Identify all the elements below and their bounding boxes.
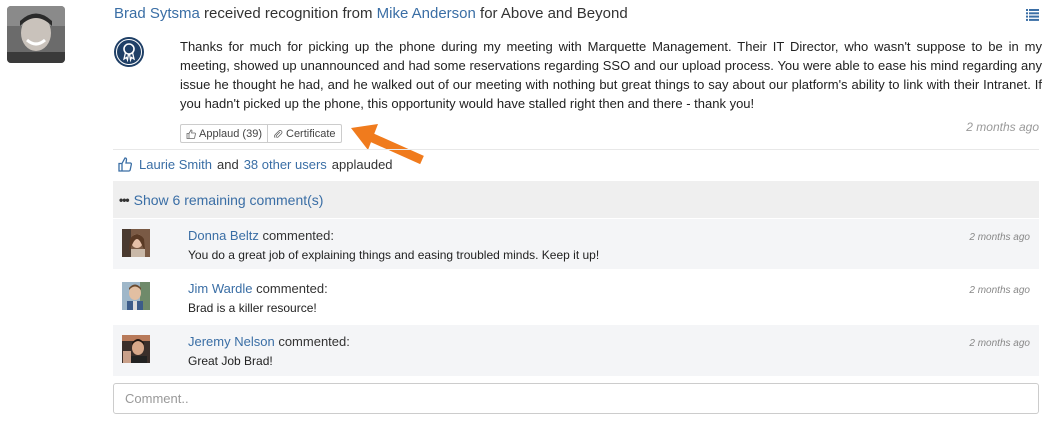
- applaud-label: Applaud (39): [199, 127, 262, 140]
- comment-author: Donna Beltz commented:: [188, 228, 334, 243]
- commenter-avatar[interactable]: [122, 229, 150, 257]
- thumbs-up-icon: [118, 157, 132, 172]
- ellipsis-icon: •••: [119, 192, 130, 207]
- commenter-link[interactable]: Donna Beltz: [188, 228, 259, 243]
- comment-timestamp: 2 months ago: [969, 338, 1030, 349]
- and-text: and: [216, 157, 239, 172]
- comment-timestamp: 2 months ago: [969, 232, 1030, 243]
- recognition-message: Thanks for much for picking up the phone…: [180, 39, 1042, 111]
- commenter-link[interactable]: Jeremy Nelson: [188, 334, 275, 349]
- comment-input[interactable]: [113, 383, 1039, 414]
- paperclip-icon: [274, 129, 283, 138]
- other-users-link[interactable]: 38 other users: [244, 157, 327, 172]
- giver-link[interactable]: Mike Anderson: [377, 5, 476, 22]
- award-text: for Above and Beyond: [480, 5, 628, 22]
- thumbs-up-icon: [186, 129, 196, 139]
- comment-item: Jeremy Nelson commented: Great Job Brad!…: [113, 325, 1039, 377]
- author-avatar[interactable]: [7, 6, 65, 63]
- commenter-link[interactable]: Jim Wardle: [188, 281, 253, 296]
- applauded-text: applauded: [331, 157, 393, 172]
- applaud-button[interactable]: Applaud (39): [180, 124, 268, 143]
- show-remaining-comments[interactable]: ••• Show 6 remaining comment(s): [113, 181, 1039, 218]
- commented-text: commented:: [256, 281, 328, 296]
- comment-text: You do a great job of explaining things …: [188, 248, 600, 262]
- comment-text: Brad is a killer resource!: [188, 301, 317, 315]
- comment-item: Donna Beltz commented: You do a great jo…: [113, 219, 1039, 270]
- commenter-avatar[interactable]: [122, 335, 150, 363]
- divider: [113, 149, 1039, 150]
- comment-timestamp: 2 months ago: [969, 285, 1030, 296]
- show-remaining-link[interactable]: Show 6 remaining comment(s): [134, 192, 324, 208]
- commenter-avatar[interactable]: [122, 282, 150, 310]
- post-headline: Brad Sytsma received recognition from Mi…: [114, 5, 628, 22]
- comment-item: Jim Wardle commented: Brad is a killer r…: [113, 271, 1039, 324]
- received-text: received recognition from: [204, 5, 373, 22]
- comment-author: Jim Wardle commented:: [188, 281, 328, 296]
- award-badge-icon: [114, 37, 144, 67]
- commented-text: commented:: [278, 334, 350, 349]
- author-link[interactable]: Brad Sytsma: [114, 5, 200, 22]
- comment-text: Great Job Brad!: [188, 354, 273, 368]
- applauder-link[interactable]: Laurie Smith: [139, 157, 212, 172]
- comment-author: Jeremy Nelson commented:: [188, 334, 350, 349]
- post-actions: Applaud (39) Certificate: [180, 124, 342, 143]
- list-icon[interactable]: [1026, 8, 1039, 21]
- certificate-label: Certificate: [286, 127, 336, 140]
- certificate-button[interactable]: Certificate: [268, 124, 342, 143]
- post-timestamp: 2 months ago: [966, 120, 1039, 134]
- applause-summary: Laurie Smith and 38 other users applaude…: [118, 157, 393, 172]
- commented-text: commented:: [262, 228, 334, 243]
